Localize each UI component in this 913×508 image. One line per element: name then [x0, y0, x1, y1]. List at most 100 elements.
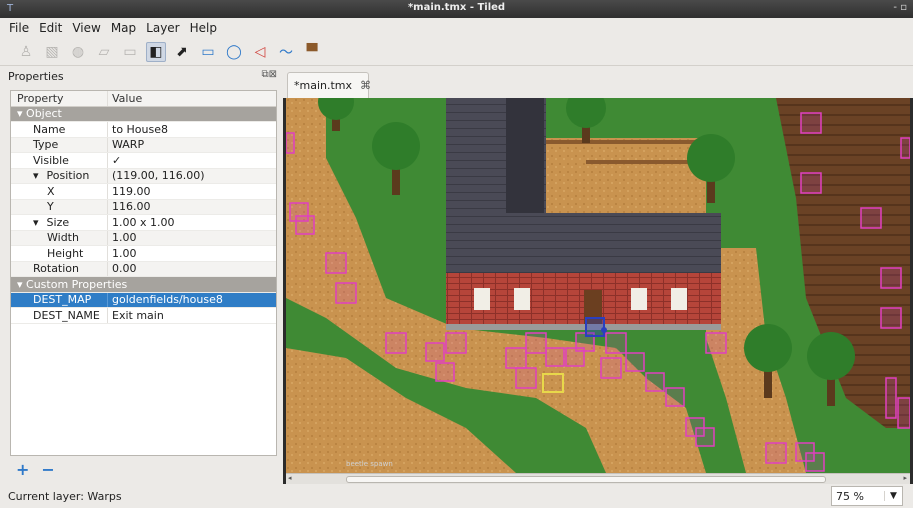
- panel-title: Properties: [8, 69, 64, 83]
- selection-handle[interactable]: [601, 327, 607, 333]
- map-object[interactable]: [645, 372, 665, 392]
- map-object[interactable]: [325, 252, 347, 274]
- map-object[interactable]: [695, 427, 715, 447]
- close-tab-icon[interactable]: ⌘: [360, 79, 371, 92]
- map-object[interactable]: [665, 387, 685, 407]
- window-controls[interactable]: - ▫: [893, 2, 907, 13]
- property-value[interactable]: 1.00: [107, 230, 276, 245]
- scroll-right-icon[interactable]: ▸: [903, 474, 907, 482]
- property-group[interactable]: ▾ Custom Properties: [11, 277, 276, 293]
- bucket-fill-icon[interactable]: ◍: [68, 42, 88, 62]
- map-object[interactable]: [515, 367, 537, 389]
- map-canvas[interactable]: beetle spawn: [286, 98, 910, 473]
- map-object[interactable]: [286, 132, 295, 154]
- rect-select-icon[interactable]: ▭: [120, 42, 140, 62]
- map-object[interactable]: [880, 267, 902, 289]
- property-group[interactable]: ▾ Object: [11, 106, 276, 122]
- status-bar: Current layer: Warps 75 % ▼: [0, 484, 913, 508]
- map-object[interactable]: [800, 172, 822, 194]
- map-object[interactable]: [505, 347, 527, 369]
- properties-table[interactable]: Property Value ▾ Object Name to House8 Type…: [10, 90, 277, 456]
- map-object[interactable]: [897, 397, 910, 429]
- property-value[interactable]: 119.00: [107, 184, 276, 199]
- property-key-cell: Width: [11, 231, 107, 244]
- insert-ellipse-icon[interactable]: ◯: [224, 42, 244, 62]
- expand-arrow-icon[interactable]: ▾: [33, 216, 39, 229]
- property-row[interactable]: DEST_NAME Exit main: [11, 308, 276, 324]
- chevron-down-icon[interactable]: ▼: [884, 491, 902, 501]
- add-property-button[interactable]: +: [16, 460, 29, 479]
- menu-map[interactable]: Map: [106, 21, 141, 35]
- property-row[interactable]: Height 1.00: [11, 246, 276, 262]
- map-object[interactable]: [885, 377, 897, 419]
- property-value[interactable]: to House8: [107, 122, 276, 137]
- property-value[interactable]: 1.00 x 1.00: [107, 215, 276, 230]
- edit-polygons-icon[interactable]: ⬈: [172, 42, 192, 62]
- map-object[interactable]: [625, 352, 645, 372]
- property-value[interactable]: Exit main: [107, 308, 276, 323]
- panel-float-close-icons[interactable]: ⧉⊠: [261, 69, 277, 80]
- stamp-brush-icon[interactable]: ♙: [16, 42, 36, 62]
- property-row[interactable]: ▾ Position (119.00, 116.00): [11, 168, 276, 184]
- terrain-brush-icon[interactable]: ▧: [42, 42, 62, 62]
- insert-polygon-icon[interactable]: ◁: [250, 42, 270, 62]
- header-property: Property: [17, 91, 64, 105]
- map-object[interactable]: [860, 207, 882, 229]
- expand-arrow-icon[interactable]: ▾: [17, 107, 26, 120]
- select-objects-icon[interactable]: ◧: [146, 41, 166, 62]
- map-object[interactable]: [605, 332, 627, 354]
- scroll-left-icon[interactable]: ◂: [288, 474, 292, 482]
- document-tabs: *main.tmx ⌘: [283, 66, 913, 98]
- map-object[interactable]: [525, 332, 547, 354]
- map-object[interactable]: [295, 215, 315, 235]
- property-value[interactable]: ✓: [107, 153, 276, 168]
- map-object[interactable]: [385, 332, 407, 354]
- menu-edit[interactable]: Edit: [34, 21, 67, 35]
- expand-arrow-icon[interactable]: ▾: [33, 169, 39, 182]
- property-row[interactable]: Y 116.00: [11, 199, 276, 215]
- map-object[interactable]: [900, 137, 910, 159]
- property-row[interactable]: DEST_MAP goldenfields/house8: [11, 292, 276, 308]
- menu-layer[interactable]: Layer: [141, 21, 184, 35]
- horizontal-scrollbar[interactable]: ◂ ▸: [286, 473, 910, 484]
- panel-header: Properties ⧉⊠: [0, 66, 283, 86]
- scrollbar-thumb[interactable]: [346, 476, 826, 483]
- selected-object[interactable]: [585, 317, 605, 337]
- map-object[interactable]: [425, 342, 445, 362]
- menu-help[interactable]: Help: [185, 21, 222, 35]
- map-object[interactable]: [880, 307, 902, 329]
- property-row[interactable]: Rotation 0.00: [11, 261, 276, 277]
- insert-tile-icon[interactable]: ▀: [302, 42, 322, 62]
- menu-file[interactable]: File: [4, 21, 34, 35]
- map-object[interactable]: [435, 362, 455, 382]
- map-object[interactable]: [445, 332, 467, 354]
- property-value[interactable]: 0.00: [107, 261, 276, 276]
- property-row[interactable]: Width 1.00: [11, 230, 276, 246]
- tab-main-tmx[interactable]: *main.tmx ⌘: [287, 72, 371, 98]
- property-value[interactable]: 1.00: [107, 246, 276, 261]
- property-value[interactable]: (119.00, 116.00): [107, 168, 276, 183]
- map-object[interactable]: [335, 282, 357, 304]
- property-value[interactable]: WARP: [107, 137, 276, 152]
- property-row[interactable]: ▾ Size 1.00 x 1.00: [11, 215, 276, 231]
- property-row[interactable]: X 119.00: [11, 184, 276, 200]
- map-object[interactable]: [545, 347, 565, 367]
- tools-toolbar: ♙ ▧ ◍ ▱ ▭ ◧ ⬈ ▭ ◯ ◁ 〜 ▀: [0, 38, 913, 66]
- property-value[interactable]: goldenfields/house8: [107, 292, 276, 307]
- map-object[interactable]: [765, 442, 787, 464]
- map-object[interactable]: [705, 332, 727, 354]
- map-object[interactable]: [805, 452, 825, 472]
- zoom-select[interactable]: 75 % ▼: [831, 486, 903, 506]
- insert-rectangle-icon[interactable]: ▭: [198, 42, 218, 62]
- eraser-icon[interactable]: ▱: [94, 42, 114, 62]
- map-object[interactable]: [800, 112, 822, 134]
- property-row[interactable]: Visible ✓: [11, 153, 276, 169]
- menu-view[interactable]: View: [67, 21, 105, 35]
- property-row[interactable]: Name to House8: [11, 122, 276, 138]
- property-row[interactable]: Type WARP: [11, 137, 276, 153]
- property-value[interactable]: 116.00: [107, 199, 276, 214]
- map-object[interactable]: [600, 357, 622, 379]
- expand-arrow-icon[interactable]: ▾: [17, 278, 26, 291]
- insert-polyline-icon[interactable]: 〜: [276, 42, 296, 62]
- remove-property-button[interactable]: −: [41, 460, 54, 479]
